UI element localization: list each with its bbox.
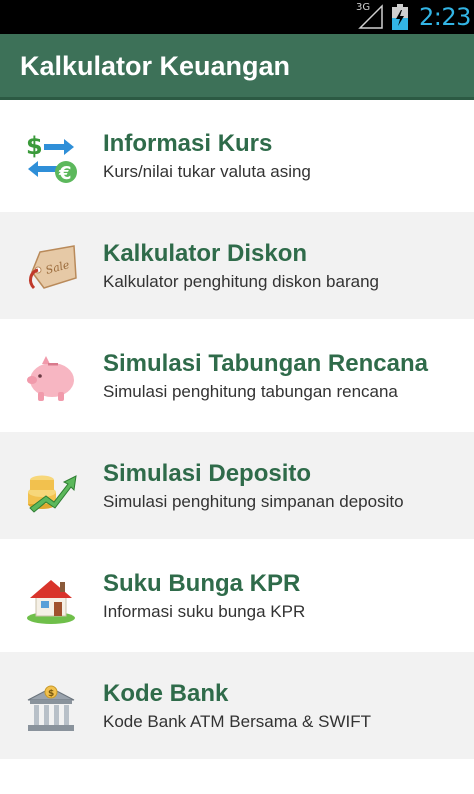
status-bar: 3G 2:23 <box>0 0 474 34</box>
bank-building-icon: $ <box>27 685 75 731</box>
currency-exchange-icon: $ € <box>26 132 77 184</box>
svg-text:$: $ <box>48 689 54 699</box>
menu-item-suku-bunga-kpr[interactable]: Suku Bunga KPR Informasi suku bunga KPR <box>0 542 474 652</box>
menu-list: $ € Informasi Kurs Kurs/nilai tukar valu… <box>0 102 474 762</box>
menu-item-kalkulator-diskon[interactable]: Sale Kalkulator Diskon Kalkulator penghi… <box>0 212 474 322</box>
piggy-bank-icon <box>27 356 74 401</box>
menu-item-title: Kalkulator Diskon <box>103 240 308 267</box>
menu-item-title: Simulasi Deposito <box>103 460 312 487</box>
coins-growth-icon <box>28 475 77 513</box>
menu-item-informasi-kurs[interactable]: $ € Informasi Kurs Kurs/nilai tukar valu… <box>0 102 474 212</box>
menu-item-simulasi-deposito[interactable]: Simulasi Deposito Simulasi penghitung si… <box>0 432 474 542</box>
sale-tag-icon: Sale <box>29 245 77 290</box>
menu-item-title: Kode Bank <box>103 680 229 707</box>
menu-item-subtitle: Kurs/nilai tukar valuta asing <box>103 162 311 181</box>
menu-item-subtitle: Kode Bank ATM Bersama & SWIFT <box>103 712 371 731</box>
menu-item-kode-bank[interactable]: $ Kode Bank Kode Bank ATM Bersama & SWIF… <box>0 652 474 762</box>
svg-text:€: € <box>58 163 72 184</box>
menu-item-title: Informasi Kurs <box>103 130 273 157</box>
menu-item-title: Simulasi Tabungan Rencana <box>103 350 428 377</box>
menu-item-subtitle: Informasi suku bunga KPR <box>103 602 306 621</box>
status-clock: 2:23 <box>419 3 471 31</box>
house-icon <box>27 580 75 624</box>
menu-item-subtitle: Simulasi penghitung tabungan rencana <box>103 382 398 401</box>
battery-charging-icon <box>392 4 408 30</box>
menu-item-subtitle: Kalkulator penghitung diskon barang <box>103 272 379 291</box>
svg-text:$: $ <box>26 132 43 160</box>
menu-item-title: Suku Bunga KPR <box>103 570 301 597</box>
menu-item-simulasi-tabungan-rencana[interactable]: Simulasi Tabungan Rencana Simulasi pengh… <box>0 322 474 432</box>
menu-item-subtitle: Simulasi penghitung simpanan deposito <box>103 492 404 511</box>
app-title: Kalkulator Keuangan <box>20 51 291 81</box>
signal-icon <box>358 4 383 29</box>
app-bar: Kalkulator Keuangan <box>0 34 474 100</box>
